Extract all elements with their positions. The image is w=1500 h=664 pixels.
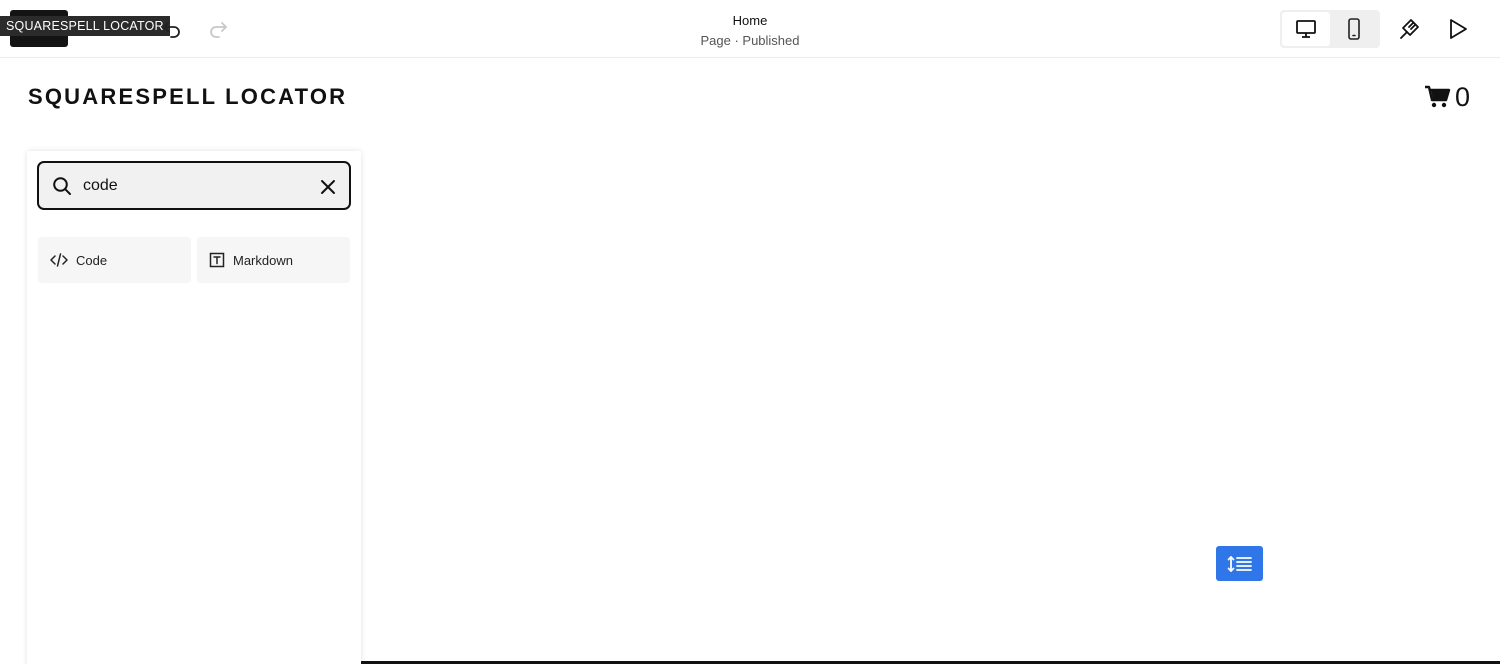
undo-icon (163, 22, 180, 38)
tooltip: SQUARESPELL LOCATOR (0, 16, 170, 36)
block-option-label: Code (76, 252, 108, 268)
clear-search-button[interactable] (317, 176, 339, 198)
site-title[interactable]: SQUARESPELL LOCATOR (28, 84, 347, 110)
block-option-code[interactable]: Code (38, 237, 191, 283)
code-icon (50, 253, 68, 267)
block-option-label: Markdown (233, 252, 293, 268)
search-input[interactable] (83, 173, 303, 199)
close-icon (321, 180, 335, 194)
undo-button[interactable] (155, 12, 189, 46)
search-icon (53, 177, 71, 195)
desktop-icon (1296, 20, 1316, 38)
editor-toolbar: SQUARESPELL LOCATOR Home Page · Publishe… (0, 0, 1500, 58)
page-status: Page · Published (700, 33, 800, 48)
paintbrush-icon (1400, 19, 1419, 39)
redo-icon (210, 22, 227, 38)
site-styles-button[interactable] (1392, 12, 1426, 46)
line-spacing-icon (1227, 555, 1252, 572)
preview-button[interactable] (1441, 12, 1475, 46)
block-option-markdown[interactable]: Markdown (197, 237, 350, 283)
cart-icon (1425, 85, 1451, 108)
page-title: Home (732, 13, 768, 28)
mobile-view-button[interactable] (1330, 12, 1378, 46)
cart[interactable]: 0 (1424, 82, 1470, 112)
redo-button[interactable] (201, 12, 235, 46)
markdown-icon (209, 252, 225, 268)
device-toggle (1280, 10, 1380, 48)
search-box (37, 161, 351, 210)
page-info[interactable]: Home Page · Published (600, 12, 900, 50)
play-icon (1450, 19, 1467, 39)
section-spacing-button[interactable] (1216, 546, 1263, 581)
desktop-view-button[interactable] (1282, 12, 1330, 46)
cart-count: 0 (1455, 82, 1471, 112)
mobile-icon (1348, 18, 1360, 40)
block-picker-panel: Code Markdown (27, 151, 361, 664)
